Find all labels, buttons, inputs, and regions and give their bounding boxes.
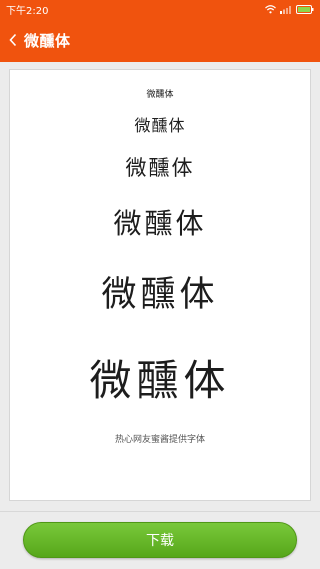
font-credit: 热心网友蜜酱提供字体 xyxy=(114,435,205,445)
back-button[interactable] xyxy=(0,18,22,62)
chevron-left-icon xyxy=(8,33,18,47)
download-button[interactable]: 下载 xyxy=(23,522,297,558)
signal-icon xyxy=(280,5,292,14)
font-sample-size-5: 微醺体 xyxy=(101,275,219,315)
battery-icon xyxy=(296,4,314,14)
app-header: 微醺体 xyxy=(0,18,320,62)
status-icons xyxy=(265,4,314,14)
footer-divider xyxy=(0,511,320,512)
font-sample-size-1: 微醺体 xyxy=(146,90,174,100)
font-preview-card: 微醺体 微醺体 微醺体 微醺体 微醺体 微醺体 热心网友蜜酱提供字体 xyxy=(9,69,311,501)
page-title: 微醺体 xyxy=(24,31,71,50)
font-sample-size-2: 微醺体 xyxy=(134,116,186,135)
status-bar: 下午2:20 xyxy=(0,0,320,18)
wifi-icon xyxy=(265,4,276,14)
status-time: 下午2:20 xyxy=(6,5,49,17)
font-sample-size-3: 微醺体 xyxy=(125,156,195,180)
font-sample-size-4: 微醺体 xyxy=(113,207,207,240)
font-sample-size-6: 微醺体 xyxy=(89,356,231,405)
